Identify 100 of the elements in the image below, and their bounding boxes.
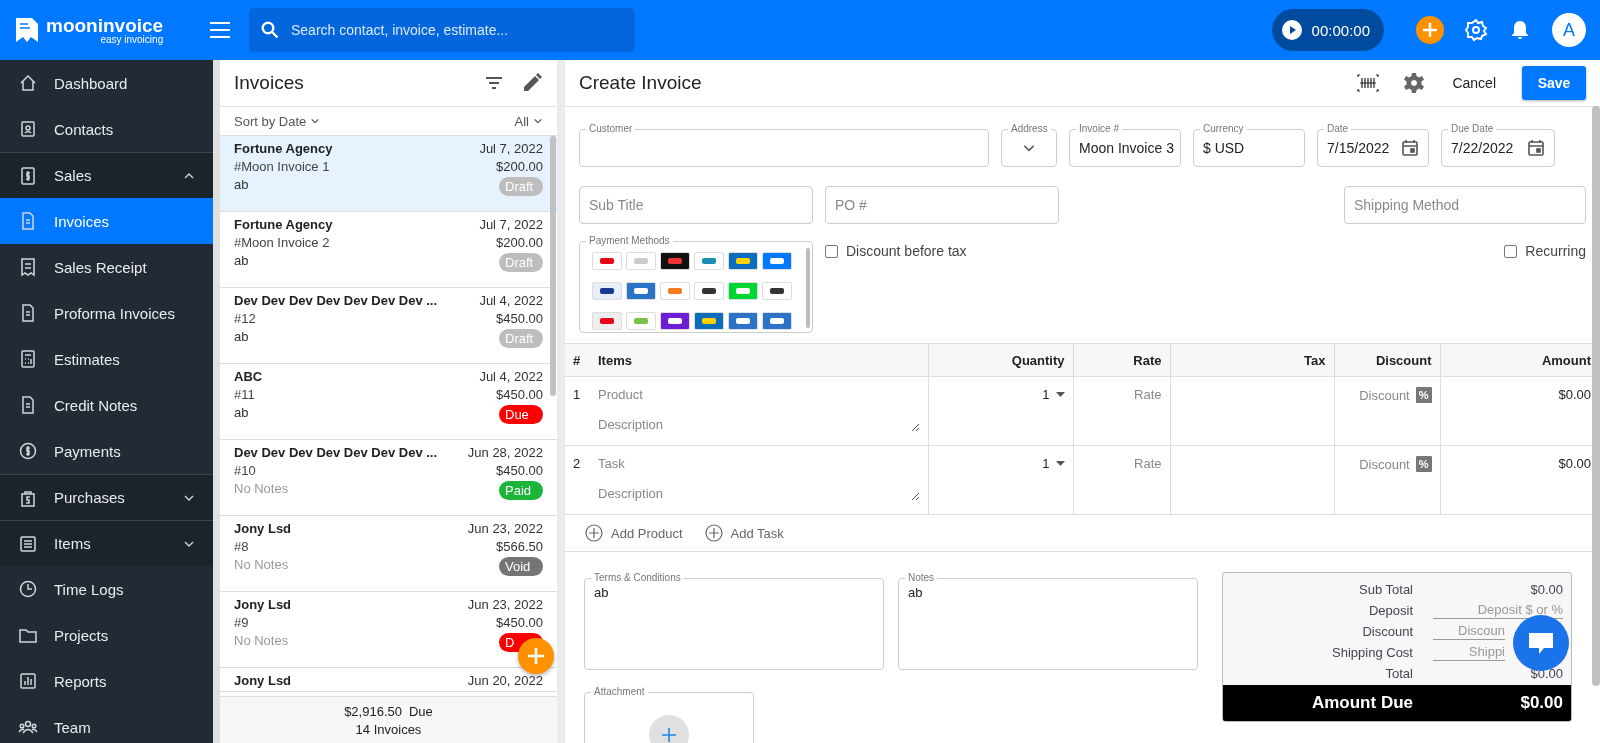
scrollbar[interactable]: [1592, 106, 1600, 686]
resize-handle-icon[interactable]: [910, 423, 920, 432]
add-icon[interactable]: [1416, 16, 1444, 44]
client-name: Fortune Agency: [234, 141, 334, 156]
description-input[interactable]: Description: [598, 417, 920, 432]
invoice-date: Jul 7, 2022: [479, 141, 543, 156]
sidebar-item[interactable]: Projects: [0, 612, 213, 658]
sidebar-item[interactable]: Dashboard: [0, 60, 213, 106]
sort-dropdown[interactable]: Sort by Date: [234, 113, 321, 129]
home-icon: [18, 73, 38, 93]
sidebar-item[interactable]: Payments: [0, 428, 213, 474]
search-icon: [261, 21, 279, 39]
payment-logo-icon: [762, 312, 792, 330]
barcode-icon[interactable]: [1356, 71, 1381, 95]
input-field[interactable]: Sub Title: [579, 186, 813, 224]
item-input[interactable]: Product: [598, 387, 920, 402]
add-link[interactable]: Add Product: [585, 524, 683, 542]
sidebar-item[interactable]: Sales: [0, 152, 213, 198]
timer-button[interactable]: 00:00:00: [1271, 9, 1384, 51]
sidebar-item[interactable]: Sales Receipt: [0, 244, 213, 290]
invoice-notes: No Notes: [234, 481, 290, 498]
total-due: $2,916.50: [344, 703, 402, 719]
invoice-list-item[interactable]: Jony Lsd Jun 23, 2022 #8 $566.50 No Notes Void: [220, 516, 557, 592]
summary-input[interactable]: Deposit $ or %: [1433, 601, 1563, 619]
invoice-amount: $200.00: [496, 235, 543, 250]
sidebar-item[interactable]: Team: [0, 704, 213, 743]
summary-value: $0.00: [1529, 581, 1563, 597]
sidebar-item[interactable]: Items: [0, 520, 213, 566]
checkbox[interactable]: Discount before tax: [825, 243, 967, 259]
menu-icon[interactable]: [209, 21, 231, 39]
add-link[interactable]: Add Task: [704, 524, 784, 542]
summary-input[interactable]: Shippi: [1433, 643, 1505, 661]
percent-toggle[interactable]: %: [1415, 387, 1432, 403]
avatar[interactable]: A: [1552, 13, 1586, 47]
summary-label: Discount: [1361, 623, 1413, 639]
plus-icon: [527, 647, 545, 665]
sidebar-item[interactable]: Purchases: [0, 474, 213, 520]
input-field[interactable]: Shipping Method: [1344, 186, 1586, 224]
sidebar-item[interactable]: Reports: [0, 658, 213, 704]
invoice-list-item[interactable]: Dev Dev Dev Dev Dev Dev Dev ... Jun 28, 2022 #10 $450.00 No Notes Paid: [220, 440, 557, 516]
plus-circle-icon: [704, 524, 723, 542]
invoice-number: #10: [234, 463, 257, 478]
sidebar-item[interactable]: Credit Notes: [0, 382, 213, 428]
chart-icon: [18, 671, 38, 691]
payment-logo-icon: [728, 312, 758, 330]
input-field[interactable]: PO #: [825, 186, 1059, 224]
invoice-count: 14 Invoices: [355, 721, 422, 737]
field-value: $ USD: [1203, 140, 1245, 156]
summary-label: Total: [1384, 665, 1413, 681]
chat-button[interactable]: [1513, 615, 1569, 671]
sidebar-item[interactable]: Invoices: [0, 198, 213, 244]
checkbox[interactable]: Recurring: [1504, 243, 1586, 259]
scrollbar[interactable]: [550, 136, 556, 396]
sidebar-item[interactable]: Contacts: [0, 106, 213, 152]
client-name: Fortune Agency: [234, 217, 334, 232]
filter-dropdown[interactable]: All: [514, 113, 543, 129]
summary-input[interactable]: Discoun: [1433, 622, 1505, 640]
invoice-number: #8: [234, 539, 250, 554]
chevron-down-icon: [310, 116, 321, 126]
invoice-amount: $450.00: [496, 463, 543, 478]
search-field[interactable]: Search contact, invoice, estimate...: [249, 8, 635, 52]
invoice-number: #12: [234, 311, 257, 326]
field-label: Currency: [1200, 123, 1247, 135]
amount-due-value: $0.00: [1519, 693, 1563, 713]
summary-label: Deposit: [1367, 602, 1413, 618]
add-attachment-button[interactable]: [649, 715, 689, 743]
column-header: #: [565, 343, 590, 377]
invoice-amount: $200.00: [496, 159, 543, 174]
invoice-date: Jun 23, 2022: [467, 597, 543, 612]
resize-handle-icon[interactable]: [910, 492, 920, 501]
save-button[interactable]: Save: [1522, 66, 1586, 100]
quantity-select[interactable]: 1: [1042, 456, 1065, 471]
quantity-select[interactable]: 1: [1042, 387, 1065, 402]
plus-circle-icon: [585, 524, 603, 542]
description-input[interactable]: Description: [598, 486, 920, 501]
settings-icon[interactable]: [1464, 18, 1488, 42]
rate-input[interactable]: Rate: [1081, 387, 1162, 402]
client-name: Dev Dev Dev Dev Dev Dev Dev ...: [234, 293, 439, 308]
invoice-amount: $566.50: [496, 539, 543, 554]
item-input[interactable]: Task: [598, 456, 920, 471]
edit-icon[interactable]: [521, 72, 543, 94]
invoice-list-item[interactable]: Fortune Agency Jul 7, 2022 #Moon Invoice 1 $200.00 ab Draft: [220, 136, 557, 212]
play-icon: [1281, 20, 1302, 40]
sidebar-item[interactable]: Estimates: [0, 336, 213, 382]
invoice-date: Jul 4, 2022: [479, 293, 543, 308]
sidebar-item[interactable]: Time Logs: [0, 566, 213, 612]
field-value: ab: [594, 585, 609, 600]
percent-toggle[interactable]: %: [1415, 456, 1432, 472]
cancel-button[interactable]: Cancel: [1448, 71, 1500, 95]
rate-input[interactable]: Rate: [1081, 456, 1162, 471]
brand-tagline: easy invoicing: [99, 34, 164, 45]
invoice-amount: $450.00: [496, 311, 543, 326]
settings-icon[interactable]: [1402, 71, 1427, 95]
invoice-number: #9: [234, 615, 250, 630]
discount-input[interactable]: Discount: [1359, 456, 1410, 472]
invoice-number: #11: [234, 387, 256, 402]
payment-logo-icon: [626, 312, 656, 330]
discount-input[interactable]: Discount: [1359, 387, 1410, 403]
sidebar-item[interactable]: Proforma Invoices: [0, 290, 213, 336]
add-invoice-button[interactable]: [518, 638, 554, 674]
